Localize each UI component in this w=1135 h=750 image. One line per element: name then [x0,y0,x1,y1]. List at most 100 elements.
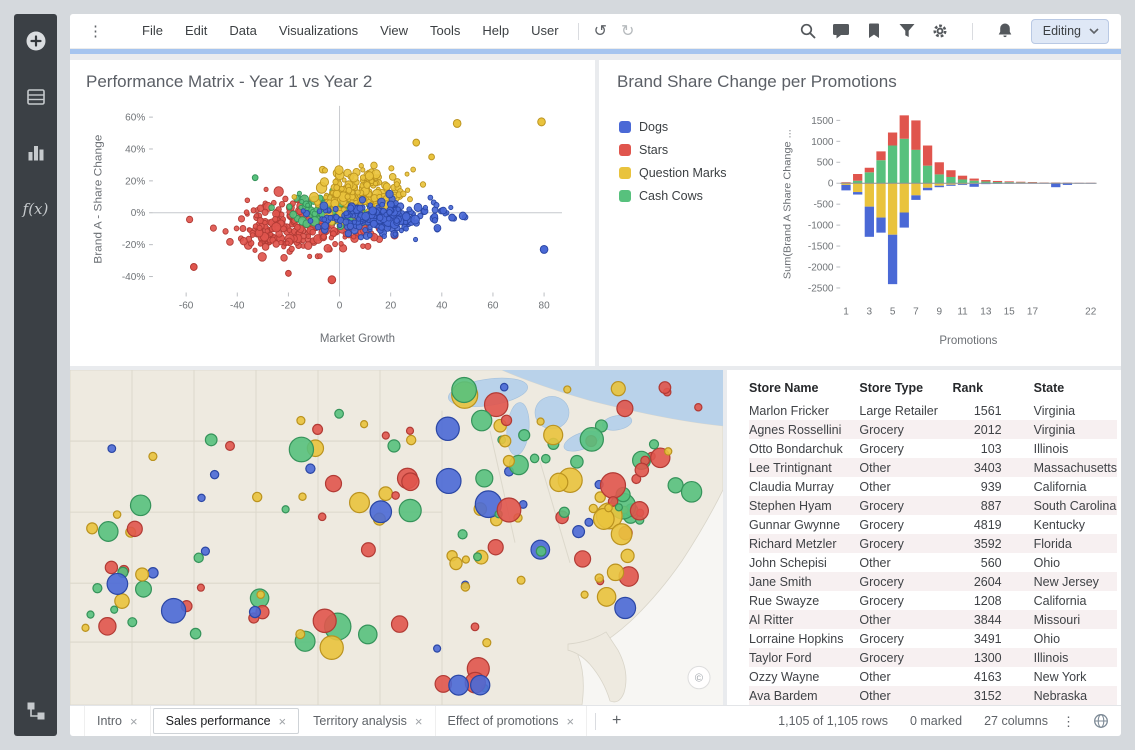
table-row[interactable]: Stephen HyamGrocery887South Carolina [749,496,1117,515]
barchart-visualization-panel[interactable]: Brand Share Change per Promotions DogsSt… [599,60,1121,366]
table-row[interactable]: Rue SwayzeGrocery1208California [749,591,1117,610]
table-cell: 3592 [952,534,1015,553]
table-cell: Grocery [859,515,952,534]
legend-item-question-marks[interactable]: Question Marks [619,166,779,180]
table-cell: Other [859,553,952,572]
column-header-store-name[interactable]: Store Name [749,378,859,401]
table-row[interactable]: John SchepisiOther560Ohio [749,553,1117,572]
table-cell: Lee Trintignant [749,458,859,477]
table-row[interactable]: Gunnar GwynneGrocery4819Kentucky [749,515,1117,534]
column-header-rank[interactable]: Rank [952,378,1015,401]
svg-text:40%: 40% [125,144,145,155]
menu-user[interactable]: User [520,14,569,48]
svg-text:40: 40 [436,300,447,311]
table-cell: Illinois [1016,648,1117,667]
close-tab-icon[interactable]: × [415,715,423,728]
table-row[interactable]: Richard MetzlerGrocery3592Florida [749,534,1117,553]
menu-view[interactable]: View [369,14,419,48]
data-canvas-icon[interactable] [25,700,47,722]
table-cell: Massachusetts [1016,458,1117,477]
table-cell: Rue Swayze [749,591,859,610]
visualizations-icon[interactable] [25,142,47,164]
table-cell: 2012 [952,420,1015,439]
column-header-store-type[interactable]: Store Type [859,378,952,401]
table-row[interactable]: Agnes RosselliniGrocery2012Virginia [749,420,1117,439]
notifications-bell-icon[interactable] [996,22,1014,40]
search-icon[interactable] [799,22,817,40]
scatter-visualization-panel[interactable]: Performance Matrix - Year 1 vs Year 2 -6… [70,60,595,366]
data-panel-icon[interactable] [25,86,47,108]
close-tab-icon[interactable]: × [566,715,574,728]
table-options-icon[interactable]: ⋮ [1058,715,1079,728]
svg-text:0: 0 [828,179,834,190]
svg-text:-500: -500 [813,199,833,210]
menu-edit[interactable]: Edit [174,14,218,48]
table-cell: Kentucky [1016,515,1117,534]
page-tab-effect-of-promotions[interactable]: Effect of promotions× [436,706,588,736]
page-tab-intro[interactable]: Intro× [84,706,151,736]
table-cell: California [1016,477,1117,496]
legend-item-dogs[interactable]: Dogs [619,120,779,134]
table-row[interactable]: Taylor FordGrocery1300Illinois [749,648,1117,667]
table-cell: New Jersey [1016,572,1117,591]
svg-text:1000: 1000 [811,137,834,148]
table-cell: Florida [1016,534,1117,553]
table-row[interactable]: Al RitterOther3844Missouri [749,610,1117,629]
table-row[interactable]: Claudia MurrayOther939California [749,477,1117,496]
svg-text:-20: -20 [281,300,296,311]
comments-icon[interactable] [832,22,850,40]
add-page-button[interactable]: + [604,712,629,730]
toolbar-divider [578,23,579,40]
table-row[interactable]: Ozzy WayneOther4163New York [749,667,1117,686]
bar-chart[interactable]: 150010005000-500-1000-1500-2000-25001357… [779,96,1109,356]
editing-mode-dropdown[interactable]: Editing [1031,19,1109,44]
table-cell: New York [1016,667,1117,686]
legend-label: Cash Cows [639,189,703,203]
table-cell: 4163 [952,667,1015,686]
functions-icon[interactable]: f(x) [25,198,47,220]
svg-text:20: 20 [385,300,396,311]
legend-item-cash-cows[interactable]: Cash Cows [619,189,779,203]
table-cell: Ozzy Wayne [749,667,859,686]
table-row[interactable]: Marlon FrickerLarge Retailer1561Virginia [749,401,1117,420]
table-cell: Grocery [859,648,952,667]
add-plus-icon[interactable] [25,30,47,52]
svg-text:1500: 1500 [811,116,834,127]
table-row[interactable]: Lee TrintignantOther3403Massachusetts [749,458,1117,477]
table-cell: Virginia [1016,401,1117,420]
svg-text:Market Growth: Market Growth [320,332,395,345]
table-cell: Other [859,477,952,496]
undo-icon[interactable]: ↺ [587,21,614,41]
svg-text:7: 7 [913,306,919,317]
menu-tools[interactable]: Tools [419,14,471,48]
overflow-menu-icon[interactable]: ⋮ [84,24,107,39]
page-tab-territory-analysis[interactable]: Territory analysis× [301,706,435,736]
table-row[interactable]: Lorraine HopkinsGrocery3491Ohio [749,629,1117,648]
table-row[interactable]: Jane SmithGrocery2604New Jersey [749,572,1117,591]
menu-help[interactable]: Help [471,14,520,48]
menu-visualizations[interactable]: Visualizations [268,14,369,48]
svg-text:3: 3 [867,306,873,317]
column-header-state[interactable]: State [1016,378,1117,401]
close-tab-icon[interactable]: × [130,715,138,728]
menu-data[interactable]: Data [218,14,267,48]
bookmark-icon[interactable] [865,22,883,40]
map-visualization-panel[interactable]: © [70,370,723,705]
redo-icon[interactable]: ↻ [614,21,641,41]
table-visualization-panel[interactable]: Store NameStore TypeRankState Marlon Fri… [727,370,1121,705]
table-row[interactable]: Ava BardemOther3152Nebraska [749,686,1117,705]
table-cell: Stephen Hyam [749,496,859,515]
legend-item-stars[interactable]: Stars [619,143,779,157]
legend-label: Stars [639,143,668,157]
table-row[interactable]: Otto BondarchukGrocery103Illinois [749,439,1117,458]
filter-icon[interactable] [898,22,916,40]
svg-text:1: 1 [843,306,849,317]
table-cell: Virginia [1016,420,1117,439]
page-tab-sales-performance[interactable]: Sales performance× [153,708,300,734]
table-cell: Al Ritter [749,610,859,629]
close-tab-icon[interactable]: × [279,715,287,728]
globe-icon[interactable] [1093,713,1109,729]
scatter-plot[interactable]: -60-40-20020406080-40%-20%0%20%40%60%Mar… [86,96,583,356]
settings-gear-icon[interactable] [931,22,949,40]
menu-file[interactable]: File [131,14,174,48]
